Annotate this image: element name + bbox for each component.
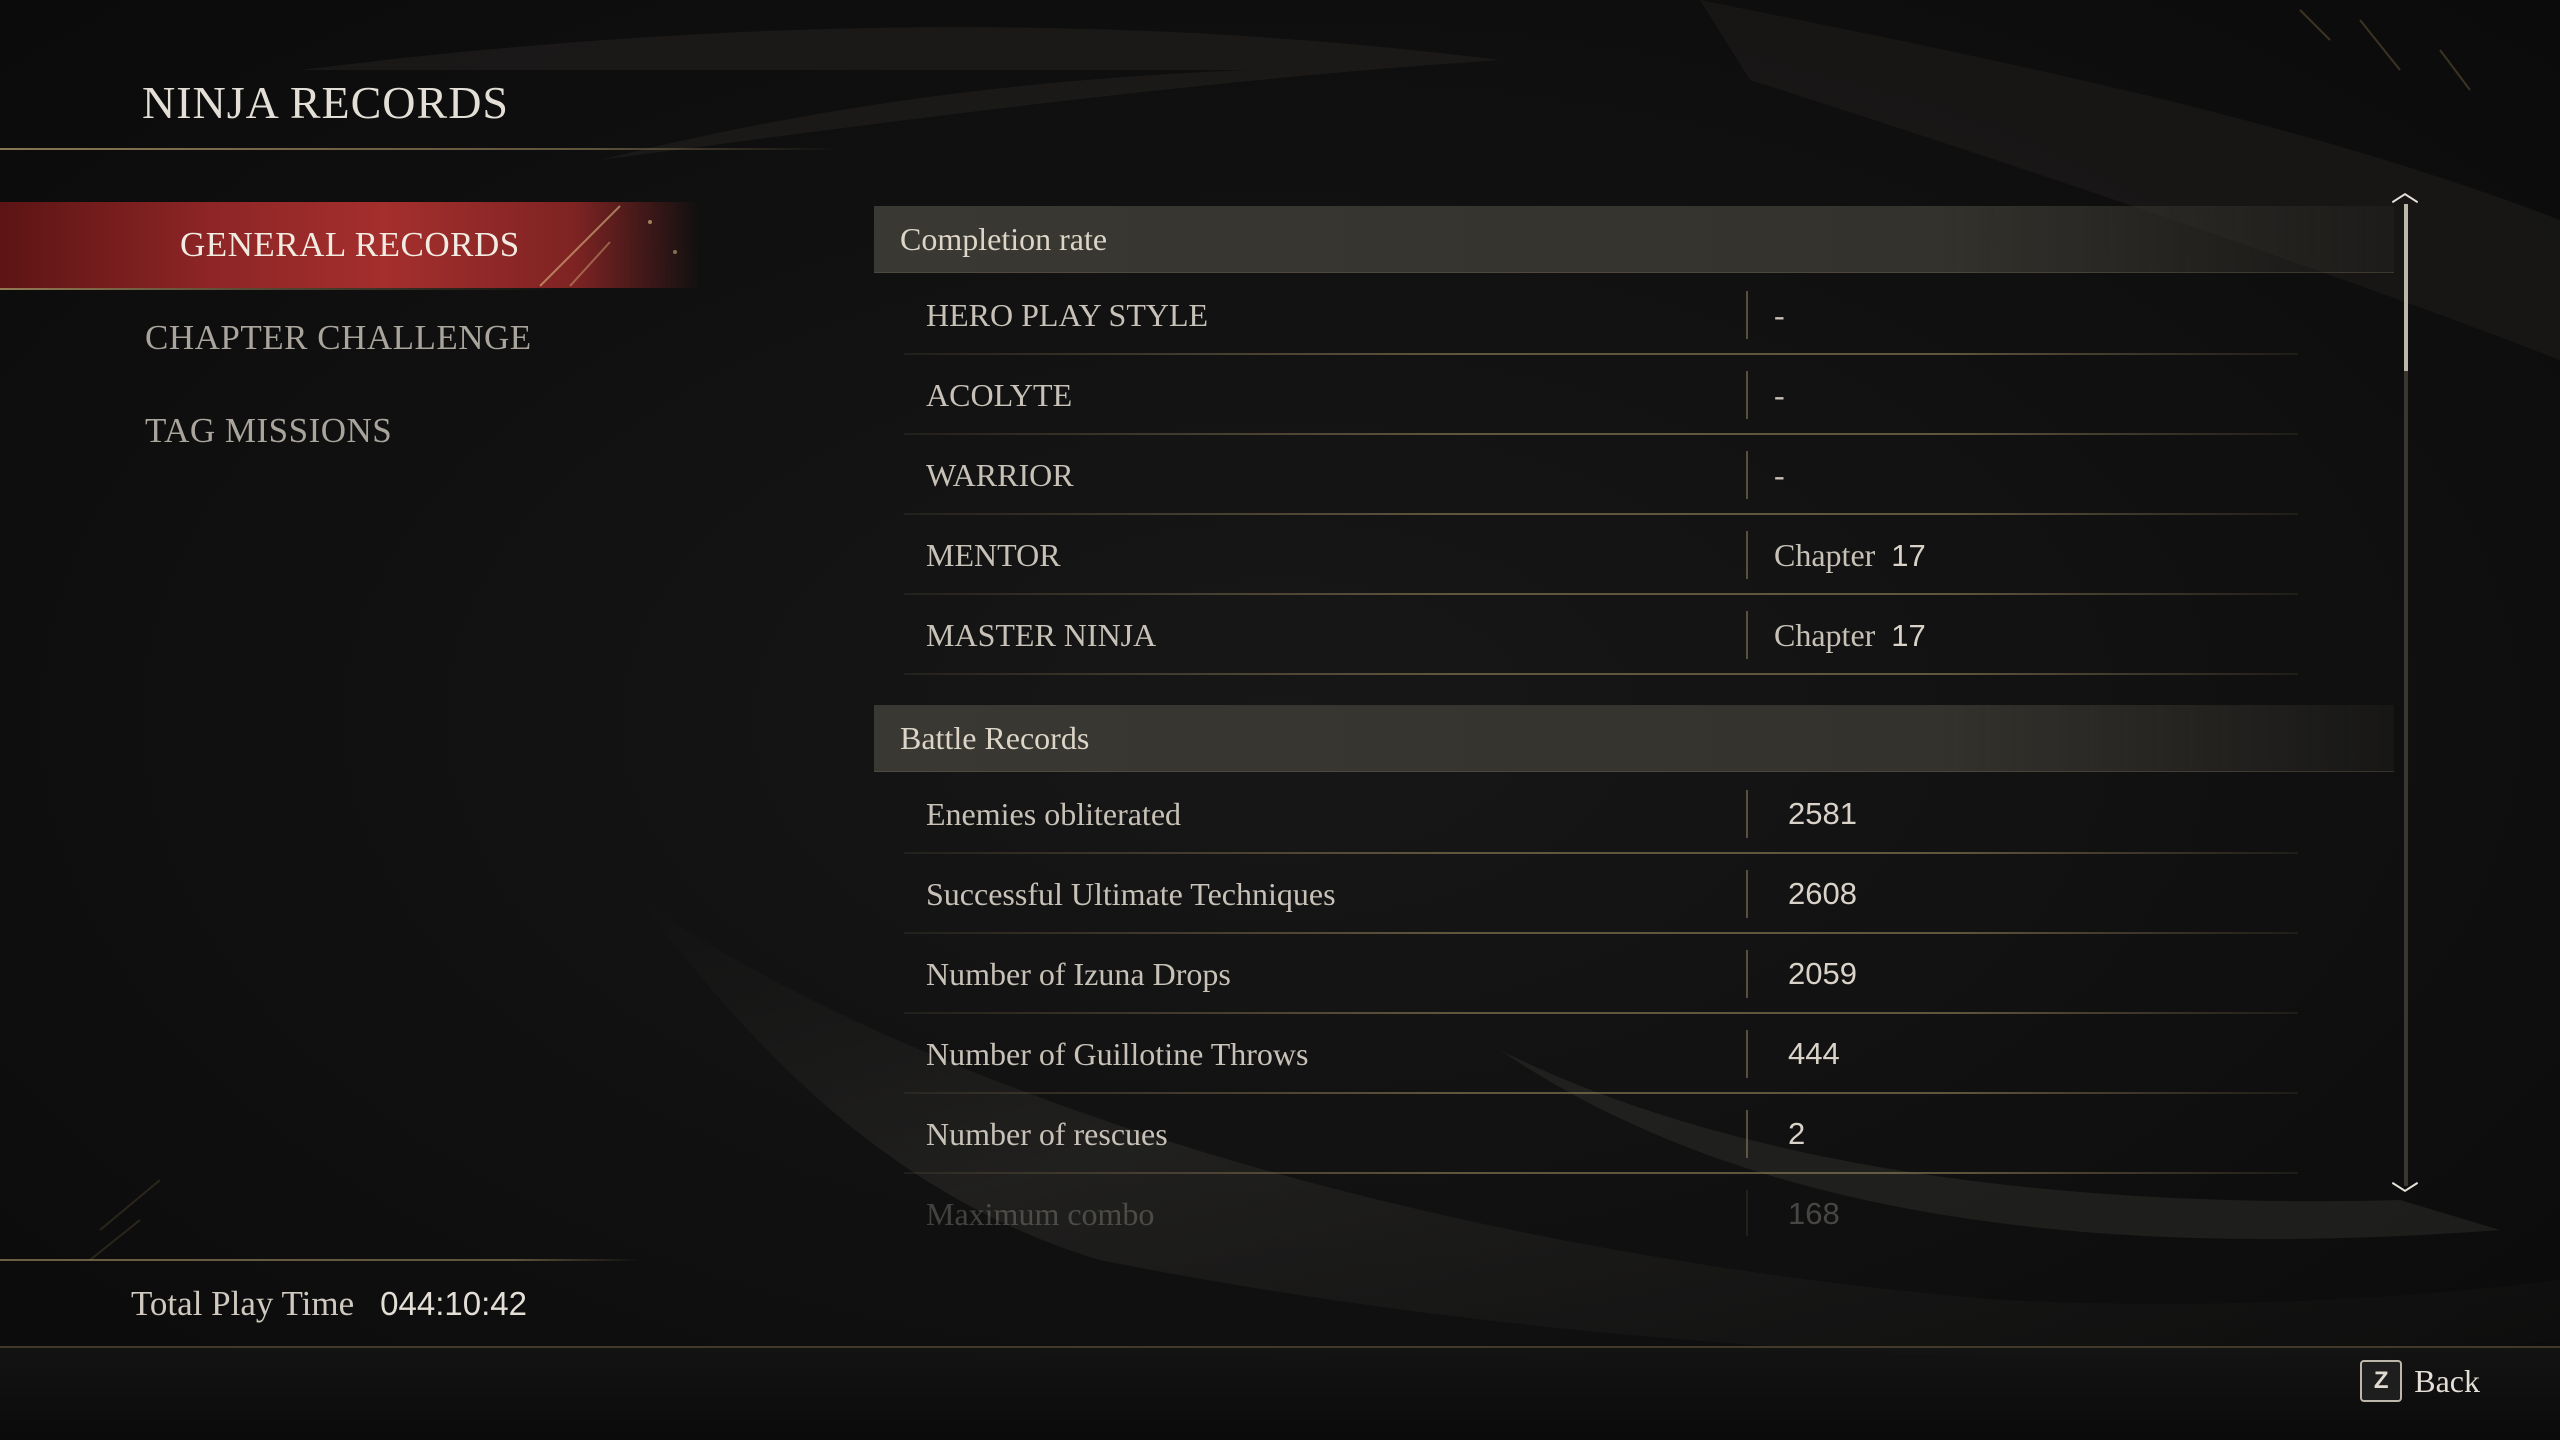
scroll-down-icon[interactable]: ﹀: [2388, 1182, 2422, 1210]
row-label: MENTOR: [926, 536, 1061, 573]
bottom-bar: [0, 1346, 2560, 1440]
nav-item-label: GENERAL RECORDS: [180, 225, 520, 264]
row-label: ACOLYTE: [926, 376, 1073, 413]
table-row: HERO PLAY STYLE -: [904, 275, 2298, 355]
records-nav: GENERAL RECORDS CHAPTER CHALLENGE TAG MI…: [0, 202, 700, 481]
row-divider: [1746, 1190, 1748, 1236]
playtime-value: 044:10:42: [380, 1285, 527, 1322]
footer-divider: [0, 1259, 640, 1261]
back-button[interactable]: Z Back: [2360, 1360, 2480, 1402]
table-row: WARRIOR -: [904, 435, 2298, 515]
table-row: Maximum combo 168: [904, 1174, 2298, 1236]
playtime-label: Total Play Time: [131, 1284, 355, 1323]
value-number: 17: [1891, 617, 1926, 653]
row-divider: [1746, 870, 1748, 918]
row-divider: [1746, 531, 1748, 579]
row-value: 2581: [1788, 796, 1857, 831]
back-label: Back: [2414, 1362, 2480, 1399]
row-value: -: [1774, 296, 1785, 333]
battle-rows: Enemies obliterated 2581 Successful Ulti…: [874, 774, 2394, 1236]
row-divider: [1746, 451, 1748, 499]
row-label: Number of Guillotine Throws: [926, 1035, 1309, 1072]
row-value: Chapter 17: [1774, 617, 1926, 654]
row-label: MASTER NINJA: [926, 616, 1157, 653]
table-row: Successful Ultimate Techniques 2608: [904, 854, 2298, 934]
row-value: -: [1774, 376, 1785, 413]
table-row: MENTOR Chapter 17: [904, 515, 2298, 595]
value-prefix: Chapter: [1774, 616, 1876, 653]
section-header-completion: Completion rate: [874, 206, 2394, 273]
value-prefix: Chapter: [1774, 536, 1876, 573]
row-value: 168: [1788, 1196, 1840, 1231]
row-label: Successful Ultimate Techniques: [926, 875, 1336, 912]
nav-item-label: CHAPTER CHALLENGE: [145, 318, 532, 357]
table-row: MASTER NINJA Chapter 17: [904, 595, 2298, 675]
completion-rows: HERO PLAY STYLE - ACOLYTE - WARRIOR - ME…: [874, 275, 2394, 675]
row-divider: [1746, 611, 1748, 659]
table-row: Number of rescues 2: [904, 1094, 2298, 1174]
table-row: Number of Guillotine Throws 444: [904, 1014, 2298, 1094]
page-title: NINJA RECORDS: [142, 77, 510, 128]
row-divider: [1746, 291, 1748, 339]
row-value: 2: [1788, 1116, 1806, 1151]
z-key-icon: Z: [2360, 1360, 2403, 1402]
row-value: 2059: [1788, 956, 1857, 991]
section-header-battle: Battle Records: [874, 705, 2394, 772]
row-label: Number of Izuna Drops: [926, 955, 1231, 992]
brush-slash-icon: [539, 205, 677, 287]
scroll-up-icon[interactable]: ︿: [2388, 178, 2422, 206]
records-panel[interactable]: Completion rate HERO PLAY STYLE - ACOLYT…: [874, 206, 2394, 1236]
row-value: Chapter 17: [1774, 537, 1926, 574]
row-label: Maximum combo: [926, 1195, 1155, 1232]
nav-item-chapter-challenge[interactable]: CHAPTER CHALLENGE: [0, 295, 700, 381]
row-divider: [1746, 950, 1748, 998]
nav-item-label: TAG MISSIONS: [145, 411, 393, 450]
table-row: ACOLYTE -: [904, 355, 2298, 435]
row-value: -: [1774, 456, 1785, 493]
scrollbar-thumb[interactable]: [2404, 204, 2408, 371]
row-divider: [1746, 1030, 1748, 1078]
row-label: Enemies obliterated: [926, 795, 1182, 832]
nav-item-general-records[interactable]: GENERAL RECORDS: [0, 202, 700, 290]
row-label: Number of rescues: [926, 1115, 1168, 1152]
scrollbar-track[interactable]: [2404, 204, 2408, 1186]
row-divider: [1746, 1110, 1748, 1158]
row-divider: [1746, 371, 1748, 419]
table-row: Enemies obliterated 2581: [904, 774, 2298, 854]
row-label: HERO PLAY STYLE: [926, 296, 1209, 333]
nav-item-tag-missions[interactable]: TAG MISSIONS: [0, 388, 700, 474]
row-value: 444: [1788, 1036, 1840, 1071]
total-play-time: Total Play Time 044:10:42: [131, 1284, 527, 1324]
title-divider: [0, 148, 840, 150]
row-divider: [1746, 790, 1748, 838]
row-label: WARRIOR: [926, 456, 1074, 493]
value-number: 17: [1891, 537, 1926, 573]
table-row: Number of Izuna Drops 2059: [904, 934, 2298, 1014]
row-value: 2608: [1788, 876, 1857, 911]
